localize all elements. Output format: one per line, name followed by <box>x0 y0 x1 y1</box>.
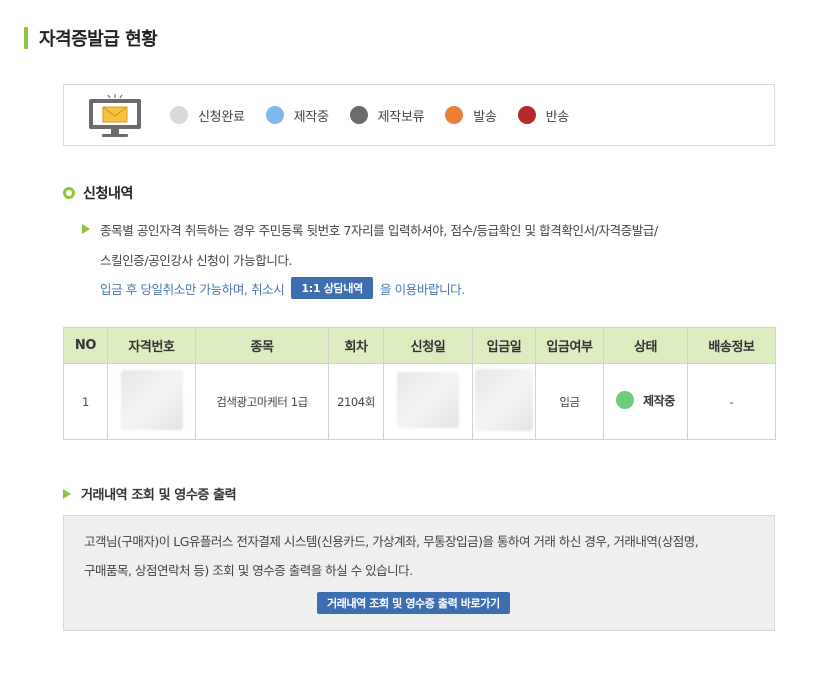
cell-deposit-date <box>472 363 536 440</box>
cell-delivery: - <box>687 363 776 440</box>
redacted-deposit-date <box>475 369 533 431</box>
notice-line-3-after: 을 이용바랍니다. <box>380 281 465 297</box>
cell-round: 2104회 <box>328 363 384 440</box>
title-accent-bar <box>24 27 28 49</box>
redacted-apply-date <box>397 372 459 428</box>
cell-no: 1 <box>63 363 108 440</box>
legend-dot-icon <box>445 106 464 124</box>
header-cert-no: 자격번호 <box>107 327 196 364</box>
legend-item: 신청완료 <box>170 106 245 125</box>
legend-item: 제작중 <box>265 106 329 125</box>
cell-apply-date <box>383 363 473 440</box>
cell-deposit-status: 입금 <box>535 363 604 440</box>
notice-line-2: 스킬인증/공인강사 신청이 가능합니다. <box>100 253 293 268</box>
legend-label: 제작중 <box>293 109 329 125</box>
header-deposit-status: 입금여부 <box>535 327 604 364</box>
page-title: 자격증발급 현황 <box>24 26 158 50</box>
header-round: 회차 <box>328 327 384 364</box>
legend-items: 신청완료 제작중 제작보류 발송 반송 <box>170 85 590 145</box>
table-row: 1 검색광고마케터 1급 2104회 입금 제작중 - <box>63 363 776 440</box>
legend-item: 제작보류 <box>349 106 425 125</box>
legend-label: 신청완료 <box>198 109 245 125</box>
legend-label: 제작보류 <box>377 109 425 125</box>
legend-dot-icon <box>265 106 284 124</box>
notice-line-3-before: 입금 후 당일취소만 가능하며, 취소시 <box>100 281 285 297</box>
legend-dot-icon <box>349 106 368 124</box>
section-title: 신청내역 <box>83 186 133 202</box>
triangle-bullet-icon <box>63 488 71 499</box>
status-legend: 신청완료 제작중 제작보류 발송 반송 <box>63 84 775 146</box>
header-no: NO <box>63 327 108 364</box>
cell-subject: 검색광고마케터 1급 <box>195 363 329 440</box>
receipt-title: 거래내역 조회 및 영수증 출력 <box>81 488 237 503</box>
receipt-info-box: 고객님(구매자)이 LG유플러스 전자결제 시스템(신용카드, 가상계좌, 무통… <box>63 515 775 631</box>
receipt-heading: 거래내역 조회 및 영수증 출력 <box>63 484 237 503</box>
legend-dot-icon <box>170 106 188 124</box>
notice-line-1: 종목별 공인자격 취득하는 경우 주민등록 뒷번호 7자리를 입력하셔야, 점수… <box>100 223 658 238</box>
page-title-text: 자격증발급 현황 <box>39 29 158 50</box>
monitor-mail-icon <box>89 94 141 137</box>
table-header-row: NO 자격번호 종목 회차 신청일 입금일 입금여부 상태 배송정보 <box>63 327 776 364</box>
legend-item: 발송 <box>445 106 497 125</box>
status-dot-icon <box>616 391 635 409</box>
cell-cert-no <box>107 363 196 440</box>
consult-history-button[interactable]: 1:1 상담내역 <box>291 277 373 299</box>
redacted-cert-no <box>120 370 183 430</box>
receipt-text-line-2: 구매품목, 상점연락처 등) 조회 및 영수증 출력을 하실 수 있습니다. <box>84 563 413 578</box>
legend-dot-icon <box>517 106 536 124</box>
section-heading: 신청내역 <box>63 183 133 203</box>
status-badge: 제작중 <box>616 391 675 409</box>
header-delivery: 배송정보 <box>687 327 776 364</box>
header-deposit-date: 입금일 <box>472 327 536 364</box>
header-status: 상태 <box>603 327 688 364</box>
legend-label: 발송 <box>473 109 497 125</box>
receipt-text-line-1: 고객님(구매자)이 LG유플러스 전자결제 시스템(신용카드, 가상계좌, 무통… <box>84 534 699 549</box>
receipt-lookup-button[interactable]: 거래내역 조회 및 영수증 출력 바로가기 <box>317 592 510 614</box>
header-apply-date: 신청일 <box>383 327 473 364</box>
legend-item: 반송 <box>517 106 570 125</box>
legend-label: 반송 <box>545 109 570 125</box>
triangle-bullet-icon <box>82 224 90 234</box>
status-label: 제작중 <box>643 393 675 408</box>
application-table: NO 자격번호 종목 회차 신청일 입금일 입금여부 상태 배송정보 1 검색광… <box>63 327 776 440</box>
header-subject: 종목 <box>195 327 329 364</box>
circle-bullet-icon <box>63 187 75 199</box>
notice-line-3: 입금 후 당일취소만 가능하며, 취소시 1:1 상담내역 을 이용바랍니다. <box>100 277 465 299</box>
cell-status: 제작중 <box>603 363 688 440</box>
